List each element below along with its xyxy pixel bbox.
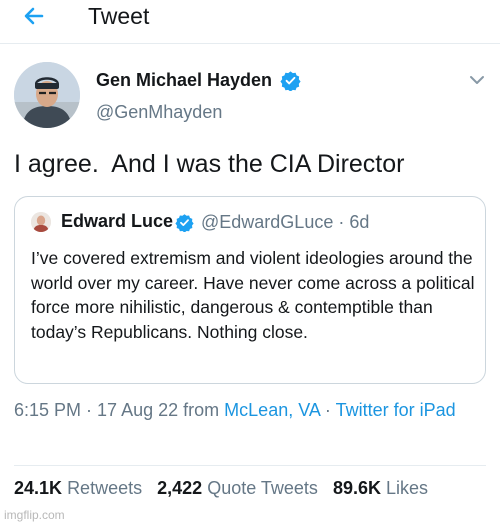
avatar-photo (14, 62, 80, 128)
quoted-avatar-photo (31, 212, 51, 232)
quote-tweets-label: Quote Tweets (207, 478, 318, 498)
page-title: Tweet (88, 3, 150, 29)
separator-dot: · (319, 400, 336, 420)
header-bar: Tweet (0, 0, 500, 44)
back-button[interactable] (20, 4, 50, 28)
client-link[interactable]: Twitter for iPad (336, 400, 456, 420)
author-avatar[interactable] (14, 62, 80, 128)
arrow-left-icon (24, 7, 44, 25)
tweet-time[interactable]: 6:15 PM (14, 400, 81, 420)
quote-tweets-count: 2,422 (157, 478, 203, 498)
retweets-stat[interactable]: 24.1K Retweets (14, 478, 142, 498)
quoted-tweet-card[interactable]: Edward Luce @EdwardGLuce · 6d I’ve cover… (14, 196, 486, 384)
location-link[interactable]: McLean, VA (224, 400, 320, 420)
likes-stat[interactable]: 89.6K Likes (333, 478, 428, 498)
tweet-text: I agree. And I was the CIA Director (14, 150, 405, 178)
watermark: imgflip.com (4, 508, 65, 522)
likes-label: Likes (386, 478, 429, 498)
quote-tweets-stat[interactable]: 2,422 Quote Tweets (157, 478, 318, 498)
verified-badge-icon (175, 214, 194, 232)
retweets-count: 24.1K (14, 478, 63, 498)
retweets-label: Retweets (67, 478, 143, 498)
separator-dot: · (333, 212, 350, 232)
verified-badge-icon (280, 71, 301, 91)
quoted-tweet-text: I’ve covered extremism and violent ideol… (31, 248, 475, 342)
from-label: from (183, 400, 220, 420)
quoted-author-name: Edward Luce (61, 211, 174, 231)
separator-dot: · (81, 400, 98, 420)
quoted-tweet-age: 6d (349, 212, 370, 232)
author-name[interactable]: Gen Michael Hayden (96, 70, 272, 91)
tweet-date[interactable]: 17 Aug 22 (97, 400, 178, 420)
likes-count: 89.6K (332, 478, 381, 498)
quoted-author-avatar (31, 212, 51, 232)
tweet-meta: 6:15 PM · 17 Aug 22 from McLean, VA · Tw… (14, 397, 484, 423)
divider (14, 465, 486, 466)
chevron-down-icon[interactable] (468, 74, 486, 86)
tweet-stats: 24.1K Retweets 2,422 Quote Tweets 89.6K … (14, 478, 428, 499)
author-handle[interactable]: @GenMhayden (96, 102, 222, 123)
quoted-author-handle: @EdwardGLuce (201, 212, 334, 232)
quoted-handle-row: @EdwardGLuce · 6d (201, 212, 369, 233)
